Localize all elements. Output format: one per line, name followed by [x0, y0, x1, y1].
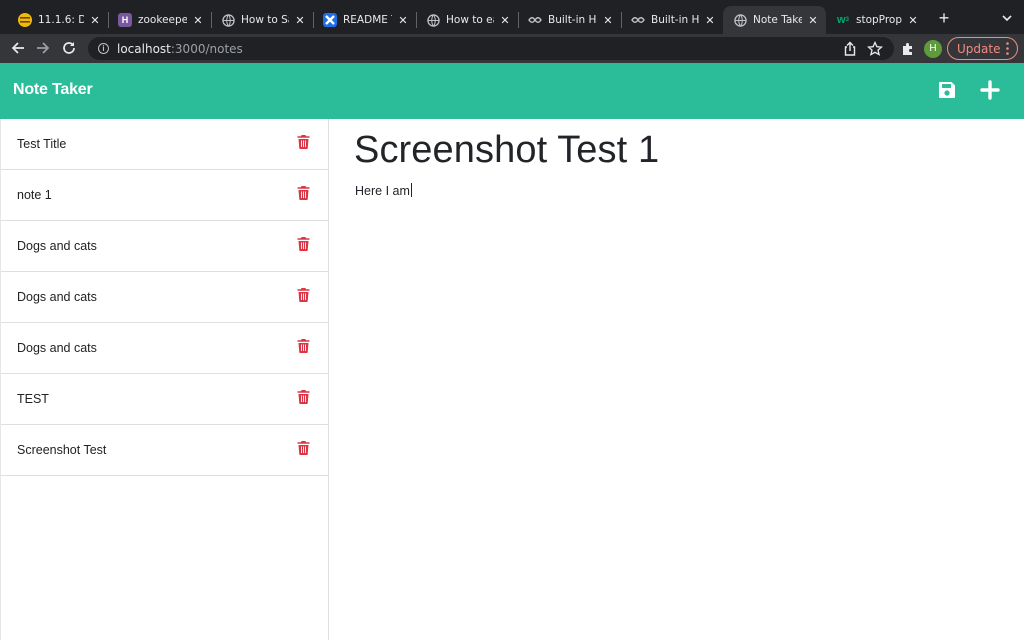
browser-tab[interactable]: How to eas ✕ [416, 6, 518, 34]
globe-icon [426, 13, 440, 27]
tab-title: Note Taker [753, 14, 802, 26]
note-title: Test Title [17, 137, 67, 151]
browser-tab[interactable]: w3 stopPropag ✕ [826, 6, 926, 34]
list-item[interactable]: TEST [1, 374, 328, 425]
list-item[interactable]: Dogs and cats [1, 323, 328, 374]
trash-icon[interactable] [297, 440, 313, 458]
kebab-menu-icon[interactable] [1006, 42, 1009, 55]
url-path: :3000/notes [170, 41, 243, 56]
tab-title: 11.1.6: Depl [38, 14, 84, 26]
site-info-icon[interactable]: i [98, 43, 109, 54]
w3schools-icon: w3 [837, 14, 849, 26]
close-icon[interactable]: ✕ [703, 13, 717, 27]
vscode-x-icon [323, 13, 337, 27]
list-item[interactable]: Dogs and cats [1, 272, 328, 323]
url-host: localhost [117, 41, 171, 56]
close-icon[interactable]: ✕ [396, 13, 410, 27]
globe-icon [221, 13, 235, 27]
browser-tab[interactable]: README Te ✕ [313, 6, 416, 34]
close-icon[interactable]: ✕ [601, 13, 615, 27]
close-icon[interactable]: ✕ [191, 13, 205, 27]
profile-avatar[interactable]: H [924, 40, 942, 58]
back-arrow-icon[interactable] [8, 38, 28, 58]
note-title: TEST [17, 392, 49, 406]
note-title-input[interactable]: Screenshot Test 1 [354, 129, 659, 172]
note-title: Dogs and cats [17, 290, 97, 304]
heroku-icon: H [118, 13, 132, 27]
globe-icon [733, 13, 747, 27]
tab-search-chevron-icon[interactable] [998, 9, 1016, 27]
trash-icon[interactable] [297, 185, 313, 203]
trash-icon[interactable] [297, 236, 313, 254]
tab-title: zookeeper [138, 14, 187, 26]
update-label: Update [957, 41, 1001, 56]
handlebars-icon [528, 13, 542, 27]
browser-toolbar: i localhost:3000/notes H Update [0, 34, 1024, 63]
trash-icon[interactable] [297, 389, 313, 407]
edx-icon [18, 13, 32, 27]
browser-tab[interactable]: 11.1.6: Depl ✕ [8, 6, 108, 34]
new-tab-icon[interactable]: + [934, 8, 954, 28]
note-title: note 1 [17, 188, 52, 202]
browser-tab[interactable]: Built-in Hel ✕ [621, 6, 723, 34]
note-textarea[interactable]: Here I am [355, 183, 412, 198]
app-brand[interactable]: Note Taker [13, 81, 93, 99]
save-note-icon[interactable] [937, 80, 959, 102]
note-title: Screenshot Test [17, 443, 107, 457]
close-icon[interactable]: ✕ [806, 13, 820, 27]
trash-icon[interactable] [297, 134, 313, 152]
trash-icon[interactable] [297, 287, 313, 305]
tab-title: README Te [343, 14, 392, 26]
close-icon[interactable]: ✕ [293, 13, 307, 27]
tab-title: Built-in Hel [651, 14, 699, 26]
browser-tab-active[interactable]: Note Taker ✕ [723, 6, 826, 34]
browser-tab[interactable]: H zookeeper ✕ [108, 6, 211, 34]
list-item[interactable]: Test Title [1, 119, 328, 170]
update-button[interactable]: Update [947, 37, 1018, 60]
forward-arrow-icon[interactable] [33, 38, 53, 58]
extensions-puzzle-icon[interactable] [900, 41, 916, 57]
reload-icon[interactable] [59, 38, 79, 58]
tab-title: Built-in Hel [548, 14, 597, 26]
close-icon[interactable]: ✕ [498, 13, 512, 27]
note-title: Dogs and cats [17, 341, 97, 355]
handlebars-icon [631, 13, 645, 27]
tab-title: stopPropag [856, 14, 902, 26]
notes-list: Test Title note 1 Dogs and cats Dogs and… [0, 119, 329, 640]
bookmark-star-icon[interactable] [866, 40, 884, 57]
browser-tab-strip: 11.1.6: Depl ✕ H zookeeper ✕ How to Sav … [0, 0, 1024, 34]
share-icon[interactable] [842, 41, 858, 57]
app-navbar: Note Taker [0, 63, 1024, 119]
browser-tab[interactable]: Built-in Hel ✕ [518, 6, 621, 34]
note-title: Dogs and cats [17, 239, 97, 253]
new-note-plus-icon[interactable] [980, 80, 1002, 102]
list-item[interactable]: Screenshot Test [1, 425, 328, 476]
note-editor: Screenshot Test 1 Here I am [330, 119, 1024, 640]
trash-icon[interactable] [297, 338, 313, 356]
address-bar[interactable]: i localhost:3000/notes [88, 37, 894, 60]
close-icon[interactable]: ✕ [88, 13, 102, 27]
tab-title: How to eas [446, 14, 494, 26]
browser-tab[interactable]: How to Sav ✕ [211, 6, 313, 34]
list-item[interactable]: note 1 [1, 170, 328, 221]
close-icon[interactable]: ✕ [906, 13, 920, 27]
text-caret [410, 183, 412, 197]
tab-title: How to Sav [241, 14, 289, 26]
list-item[interactable]: Dogs and cats [1, 221, 328, 272]
note-text: Here I am [355, 184, 410, 198]
